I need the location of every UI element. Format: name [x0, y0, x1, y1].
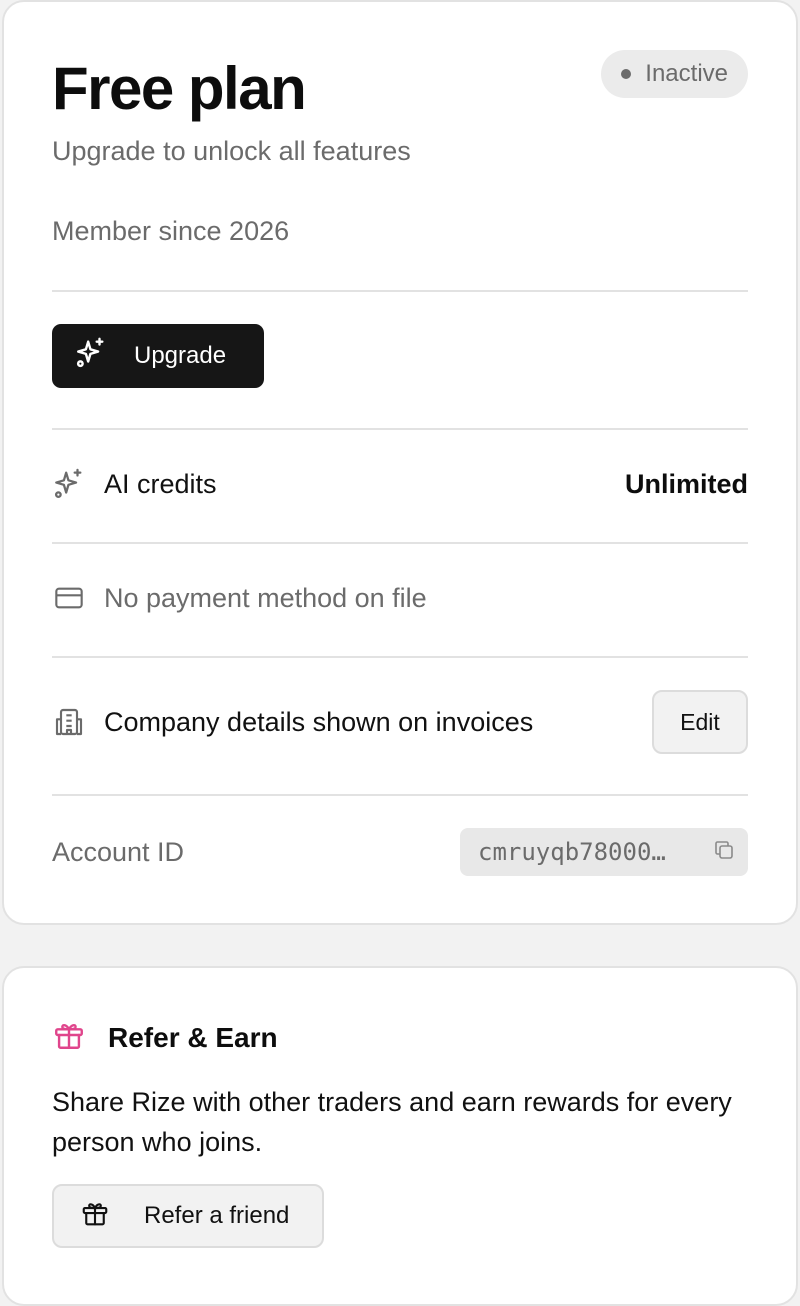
status-badge: Inactive	[601, 50, 748, 98]
ai-credits-value: Unlimited	[624, 468, 748, 499]
building-icon	[52, 705, 86, 739]
refer-card: Refer & Earn Share Rize with other trade…	[2, 966, 798, 1306]
ai-credits-label: AI credits	[104, 468, 217, 499]
payment-label: No payment method on file	[104, 582, 427, 613]
member-since: Member since 2026	[52, 216, 290, 246]
refer-header: Refer & Earn	[52, 1018, 278, 1057]
upgrade-button[interactable]: Upgrade	[52, 324, 264, 388]
account-id-value: cmruyqb78000…	[478, 838, 666, 866]
copy-icon[interactable]	[712, 838, 736, 867]
edit-button[interactable]: Edit	[652, 690, 748, 754]
divider	[52, 542, 748, 544]
divider	[52, 794, 748, 796]
gift-icon	[80, 1198, 110, 1235]
status-dot	[621, 69, 632, 79]
account-id-copy[interactable]: cmruyqb78000…	[460, 828, 748, 876]
account-id-row: Account ID cmruyqb78000…	[52, 828, 748, 876]
payment-row: No payment method on file	[52, 578, 748, 618]
credit-card-icon	[52, 581, 86, 615]
plan-title: Free plan	[52, 55, 307, 122]
plan-card: Free plan Inactive Upgrade to unlock all…	[2, 0, 798, 925]
company-details-label: Company details shown on invoices	[104, 706, 534, 737]
refer-friend-button[interactable]: Refer a friend	[52, 1184, 324, 1248]
plan-subtitle: Upgrade to unlock all features	[52, 136, 411, 166]
company-details-row: Company details shown on invoices Edit	[52, 690, 748, 754]
account-id-label: Account ID	[52, 836, 185, 867]
sparkles-icon	[74, 336, 108, 377]
divider	[52, 290, 748, 292]
refer-title: Refer & Earn	[108, 1021, 278, 1053]
status-text: Inactive	[645, 60, 728, 87]
sparkles-icon	[52, 467, 86, 501]
gift-icon	[52, 1018, 86, 1057]
ai-credits-row: AI credits Unlimited	[52, 464, 748, 504]
refer-friend-label: Refer a friend	[144, 1202, 290, 1229]
divider	[52, 428, 748, 430]
divider	[52, 656, 748, 658]
upgrade-label: Upgrade	[134, 342, 227, 369]
refer-description: Share Rize with other traders and earn r…	[52, 1087, 732, 1157]
